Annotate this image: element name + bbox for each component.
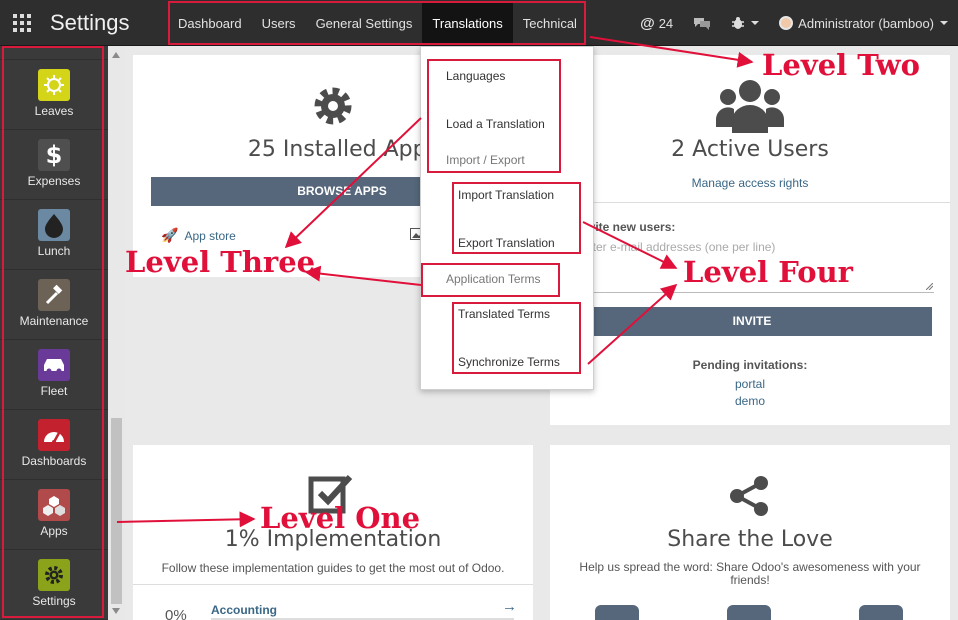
nav-dashboard[interactable]: Dashboard xyxy=(168,2,252,45)
menu-item-synchronize-terms[interactable]: Synchronize Terms xyxy=(458,355,560,369)
car-icon xyxy=(38,349,70,381)
menu-item-import-translation[interactable]: Import Translation xyxy=(458,188,554,202)
gear-icon xyxy=(38,559,70,591)
sidebar-item-label: Dashboards xyxy=(21,454,87,468)
annotation-level-four: Level Four xyxy=(683,255,853,289)
resize-handle-icon[interactable] xyxy=(926,283,933,290)
twitter-button[interactable] xyxy=(595,605,639,620)
pending-item: portal xyxy=(550,375,950,393)
scroll-down-icon[interactable] xyxy=(112,608,120,614)
at-icon: @ xyxy=(640,14,655,32)
dollar-icon: $ xyxy=(38,139,70,171)
pending-item: demo xyxy=(550,392,950,410)
sidebar-item-leaves[interactable]: Leaves xyxy=(0,60,108,130)
app-title: Settings xyxy=(50,10,130,35)
sun-icon xyxy=(38,69,70,101)
sidebar-item-apps[interactable]: Apps xyxy=(0,480,108,550)
translations-dropdown: Languages Load a Translation Import / Ex… xyxy=(420,46,594,390)
share-icon xyxy=(730,476,768,516)
facebook-button[interactable] xyxy=(727,605,771,620)
menu-header-application-terms: Application Terms xyxy=(446,272,541,286)
top-bar: Settings Dashboard Users General Setting… xyxy=(0,0,958,46)
active-users-title: 2 Active Users xyxy=(671,137,829,162)
cubes-icon xyxy=(38,489,70,521)
pending-label: Pending invitations: xyxy=(692,358,808,372)
sidebar-item-label: Fleet xyxy=(40,384,68,398)
app-sidebar: Leaves $ Expenses Lunch Maintenance Flee… xyxy=(0,46,108,620)
sidebar-item-maintenance[interactable]: Maintenance xyxy=(0,270,108,340)
top-nav: Dashboard Users General Settings Transla… xyxy=(168,2,587,45)
nav-users[interactable]: Users xyxy=(252,2,306,45)
gauge-icon xyxy=(38,419,70,451)
apps-grid-icon[interactable] xyxy=(13,14,31,32)
pending-invite-link[interactable]: demo xyxy=(735,394,765,408)
gear-icon xyxy=(314,87,352,125)
hammer-icon xyxy=(38,279,70,311)
implementation-subtitle: Follow these implementation guides to ge… xyxy=(161,561,505,575)
menu-item-export-translation[interactable]: Export Translation xyxy=(458,236,555,250)
sidebar-item-fleet[interactable]: Fleet xyxy=(0,340,108,410)
invite-button[interactable]: INVITE xyxy=(572,307,932,336)
sidebar-item-lunch[interactable]: Lunch xyxy=(0,200,108,270)
app-store-link-row[interactable]: 🚀 App store xyxy=(161,227,236,244)
manage-link-row: Manage access rights xyxy=(550,174,950,192)
menu-item-translated-terms[interactable]: Translated Terms xyxy=(458,307,550,321)
scroll-up-icon[interactable] xyxy=(112,52,120,58)
sidebar-item-label: Apps xyxy=(40,524,68,538)
pending-invite-link[interactable]: portal xyxy=(735,377,765,391)
sidebar-item-expenses[interactable]: $ Expenses xyxy=(0,130,108,200)
scrollbar[interactable] xyxy=(108,46,125,620)
sidebar-item-label: Leaves xyxy=(34,104,74,118)
mentions-count: 24 xyxy=(658,15,674,31)
users-icon xyxy=(716,80,784,133)
drop-icon xyxy=(38,209,70,241)
sidebar-item-settings[interactable]: Settings xyxy=(0,550,108,620)
user-name: Administrator (bamboo) xyxy=(798,15,934,31)
manage-access-link[interactable]: Manage access rights xyxy=(692,176,809,190)
app-store-link[interactable]: App store xyxy=(184,229,235,243)
annotation-level-two: Level Two xyxy=(762,48,920,82)
chat-button[interactable] xyxy=(683,0,721,46)
sidebar-item-dashboards[interactable]: Dashboards xyxy=(0,410,108,480)
chevron-down-icon xyxy=(751,21,760,25)
rocket-icon: 🚀 xyxy=(161,227,179,243)
user-menu[interactable]: Administrator (bamboo) xyxy=(769,0,958,46)
scroll-thumb[interactable] xyxy=(111,418,122,604)
top-right-menu: @ 24 Administrator (bamboo) xyxy=(630,0,958,46)
progress-percent: 0% xyxy=(165,607,187,620)
share-panel: Share the Love Help us spread the word: … xyxy=(550,445,950,620)
debug-button[interactable] xyxy=(721,0,769,46)
sidebar-item-label: Expenses xyxy=(27,174,81,188)
menu-item-load-translation[interactable]: Load a Translation xyxy=(446,117,545,131)
share-title: Share the Love xyxy=(667,527,833,552)
menu-item-languages[interactable]: Languages xyxy=(446,69,505,83)
divider xyxy=(550,202,950,203)
linkedin-button[interactable] xyxy=(859,605,903,620)
annotation-level-one: Level One xyxy=(260,501,421,535)
chat-icon xyxy=(694,18,711,30)
sidebar-item-label: Settings xyxy=(32,594,76,608)
nav-translations[interactable]: Translations xyxy=(422,2,513,45)
chevron-down-icon xyxy=(940,21,948,25)
sidebar-item-partial xyxy=(0,46,108,60)
invite-placeholder: Enter e-mail addresses (one per line) xyxy=(578,240,776,254)
users-panel: 2 Active Users Manage access rights Invi… xyxy=(550,55,950,425)
sidebar-item-label: Lunch xyxy=(37,244,71,258)
divider xyxy=(133,584,533,585)
sidebar-item-label: Maintenance xyxy=(19,314,89,328)
share-subtitle: Help us spread the word: Share Odoo's aw… xyxy=(579,560,921,587)
menu-header-import-export: Import / Export xyxy=(446,153,525,167)
nav-technical[interactable]: Technical xyxy=(513,2,587,45)
mentions-button[interactable]: @ 24 xyxy=(630,0,683,46)
nav-general-settings[interactable]: General Settings xyxy=(306,2,423,45)
arrow-right-icon[interactable]: → xyxy=(502,598,517,615)
avatar xyxy=(779,16,794,30)
guide-accounting-link[interactable]: Accounting xyxy=(211,603,277,617)
bug-icon xyxy=(732,17,745,29)
annotation-level-three: Level Three xyxy=(125,245,316,279)
